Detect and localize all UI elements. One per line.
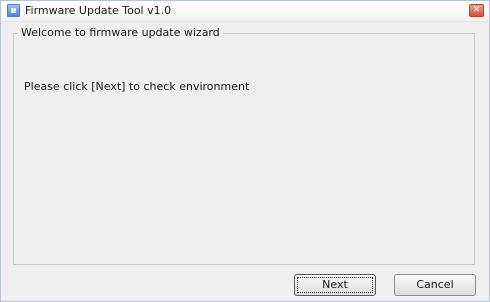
close-button[interactable]: ✕ bbox=[469, 4, 484, 17]
wizard-window: Firmware Update Tool v1.0 ✕ Welcome to f… bbox=[0, 0, 490, 302]
group-title: Welcome to firmware update wizard bbox=[18, 26, 223, 39]
app-icon bbox=[7, 4, 20, 17]
welcome-group: Welcome to firmware update wizard Please… bbox=[13, 26, 475, 265]
next-button[interactable]: Next bbox=[294, 274, 376, 296]
title-bar[interactable]: Firmware Update Tool v1.0 ✕ bbox=[1, 1, 489, 22]
cancel-button-label: Cancel bbox=[416, 278, 454, 291]
instruction-text: Please click [Next] to check environment bbox=[24, 80, 250, 93]
focus-ring bbox=[297, 277, 373, 293]
window-title: Firmware Update Tool v1.0 bbox=[25, 4, 172, 17]
cancel-button[interactable]: Cancel bbox=[394, 274, 476, 296]
